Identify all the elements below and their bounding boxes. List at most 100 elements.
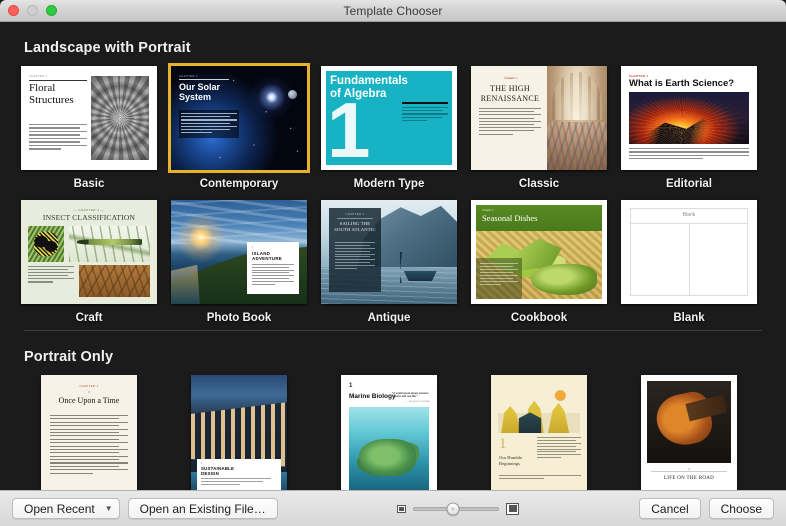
preview-title: SAILING THE SOUTH ATLANTIC [334, 221, 376, 232]
template-thumbnail-marine-biology[interactable]: 1 Marine Biology “A small quote about sc… [321, 375, 457, 490]
template-thumbnail-life-on-the-road[interactable]: 1 LIFE ON THE ROAD [621, 375, 757, 490]
preview-title: Marine Biology [349, 393, 396, 400]
preview-header: Chapter 1 Seasonal Dishes [476, 205, 602, 231]
preview-chapter: — CHAPTER 1 — [73, 208, 105, 212]
template-row-3: CHAPTER 1 ❧ Once Upon a Time 1 SUSTAINAB… [0, 375, 786, 490]
ornament-icon: ❧ [87, 390, 91, 394]
preview-classic: Chapter 1 THE HIGH RENAISSANCE [471, 66, 607, 170]
preview-rule [29, 80, 87, 81]
window-titlebar: Template Chooser [0, 0, 786, 22]
template-row-2: — CHAPTER 1 — INSECT CLASSIFICATION Craf… [0, 200, 786, 324]
cancel-label: Cancel [651, 501, 689, 516]
preview-bodytext [252, 264, 294, 286]
template-item-cookbook[interactable]: Chapter 1 Seasonal Dishes Cookbook [464, 200, 614, 324]
preview-photo-dahlia [91, 76, 149, 160]
preview-title: SUSTAINABLE DESIGN [201, 466, 235, 476]
template-label-blank: Blank [673, 312, 705, 324]
preview-quote: “A small quote about science, oceans and… [392, 392, 430, 403]
preview-sustainable-design: 1 SUSTAINABLE DESIGN [191, 375, 287, 490]
preview-contemporary: CHAPTER 1 Our Solar System [171, 66, 307, 170]
preview-chapter: Chapter 1 [482, 209, 494, 212]
preview-chapter: CHAPTER 1 [79, 385, 99, 388]
template-item-modern-type[interactable]: Fundamentals of Algebra 1 Modern Type [314, 66, 464, 190]
preview-chapter-number: 1 [327, 86, 371, 170]
window-title: Template Chooser [343, 3, 443, 18]
template-thumbnail-our-humble-beginnings[interactable]: 1 Our Humble Beginnings [471, 375, 607, 490]
preview-bodytext-secondary [499, 475, 581, 481]
slider-knob[interactable] [446, 502, 460, 515]
preview-title: Floral Structures [29, 82, 74, 106]
preview-photo-volcano [629, 92, 749, 144]
preview-craft: — CHAPTER 1 — INSECT CLASSIFICATION [21, 200, 157, 304]
preview-bodytext [201, 478, 271, 486]
thumbnail-size-slider[interactable] [413, 502, 500, 515]
preview-basic: CHAPTER 1 Floral Structures [21, 66, 157, 170]
template-item-photo-book[interactable]: 1 ISLAND ADVENTURE Photo Book [164, 200, 314, 324]
template-item-sustainable-design[interactable]: 1 SUSTAINABLE DESIGN [164, 375, 314, 490]
template-label-basic: Basic [73, 178, 105, 190]
small-thumbnail-icon[interactable] [397, 504, 407, 513]
template-item-blank[interactable]: Blank Blank [614, 200, 764, 324]
preview-illustration-ship [399, 252, 441, 284]
preview-title: INSECT CLASSIFICATION [42, 213, 136, 222]
preview-bodytext [402, 107, 448, 123]
preview-bodytext [480, 263, 518, 287]
template-item-contemporary[interactable]: CHAPTER 1 Our Solar System Contemporary [164, 63, 314, 190]
zoom-button-icon[interactable] [46, 5, 57, 16]
preview-bodytext [629, 148, 749, 162]
preview-title: THE HIGH RENAISSANCE [480, 84, 540, 103]
preview-chapter: CHAPTER 1 [29, 75, 48, 78]
preview-illustration-ants [79, 265, 150, 297]
close-button-icon[interactable] [8, 5, 19, 16]
bottom-toolbar: Open Recent ▼ Open an Existing File… Can… [0, 490, 786, 526]
preview-illustration-dragonfly [69, 226, 150, 262]
choose-button[interactable]: Choose [708, 498, 774, 519]
template-item-once-upon-a-time[interactable]: CHAPTER 1 ❧ Once Upon a Time [14, 375, 164, 490]
minimize-button-icon[interactable] [27, 5, 38, 16]
preview-chapter: 1 [499, 436, 507, 452]
section-title-landscape: Landscape with Portrait [24, 40, 191, 56]
template-label-contemporary: Contemporary [199, 178, 279, 190]
preview-chapter: 1 [349, 383, 353, 389]
preview-title: What is Earth Science? [629, 78, 735, 89]
large-thumbnail-icon[interactable] [506, 502, 520, 515]
preview-blank: Blank [621, 200, 757, 304]
open-existing-file-button[interactable]: Open an Existing File… [127, 498, 278, 519]
open-existing-file-label: Open an Existing File… [139, 501, 266, 516]
preview-card: 1 ISLAND ADVENTURE [247, 242, 299, 294]
preview-antique: CHAPTER 1 SAILING THE SOUTH ATLANTIC [321, 200, 457, 304]
preview-chapter: Chapter 1 [504, 76, 518, 80]
preview-title: Once Upon a Time [58, 396, 120, 405]
template-label-classic: Classic [518, 178, 560, 190]
template-item-editorial[interactable]: CHAPTER 1 What is Earth Science? Editori… [614, 66, 764, 190]
preview-photo-school-of-athens [547, 66, 607, 170]
preview-quote-author: — JACQUES COUSTEAU [406, 400, 430, 403]
template-label-craft: Craft [75, 312, 103, 324]
template-item-classic[interactable]: Chapter 1 THE HIGH RENAISSANCE Classic [464, 66, 614, 190]
preview-text-overlay [476, 258, 522, 299]
preview-chapter: CHAPTER 1 [179, 75, 199, 78]
cancel-button[interactable]: Cancel [639, 498, 701, 519]
preview-our-humble-beginnings: 1 Our Humble Beginnings [491, 375, 587, 490]
preview-bodytext [29, 124, 87, 152]
preview-cookbook: Chapter 1 Seasonal Dishes [471, 200, 607, 304]
open-recent-popup-button[interactable]: Open Recent ▼ [12, 498, 120, 519]
template-item-marine-biology[interactable]: 1 Marine Biology “A small quote about sc… [314, 375, 464, 490]
template-item-our-humble-beginnings[interactable]: 1 Our Humble Beginnings [464, 375, 614, 490]
preview-card: 1 SUSTAINABLE DESIGN [197, 459, 281, 490]
traffic-lights [0, 5, 57, 16]
template-item-basic[interactable]: CHAPTER 1 Floral Structures Basic [14, 66, 164, 190]
preview-chapter: 1 [252, 246, 254, 249]
preview-editorial: CHAPTER 1 What is Earth Science? [621, 66, 757, 170]
template-label-modern-type: Modern Type [353, 178, 425, 190]
preview-photo-guitar [647, 381, 731, 463]
preview-chapter: CHAPTER 1 [345, 213, 365, 216]
template-thumbnail-sustainable-design[interactable]: 1 SUSTAINABLE DESIGN [171, 375, 307, 490]
template-item-antique[interactable]: CHAPTER 1 SAILING THE SOUTH ATLANTIC Anti… [314, 200, 464, 324]
template-item-craft[interactable]: — CHAPTER 1 — INSECT CLASSIFICATION Craf… [14, 200, 164, 324]
template-item-life-on-the-road[interactable]: 1 LIFE ON THE ROAD [614, 375, 764, 490]
template-thumbnail-once-upon-a-time[interactable]: CHAPTER 1 ❧ Once Upon a Time [21, 375, 157, 490]
template-label-antique: Antique [367, 312, 411, 324]
preview-title: LIFE ON THE ROAD [663, 476, 715, 481]
preview-illustration-village [498, 385, 580, 433]
